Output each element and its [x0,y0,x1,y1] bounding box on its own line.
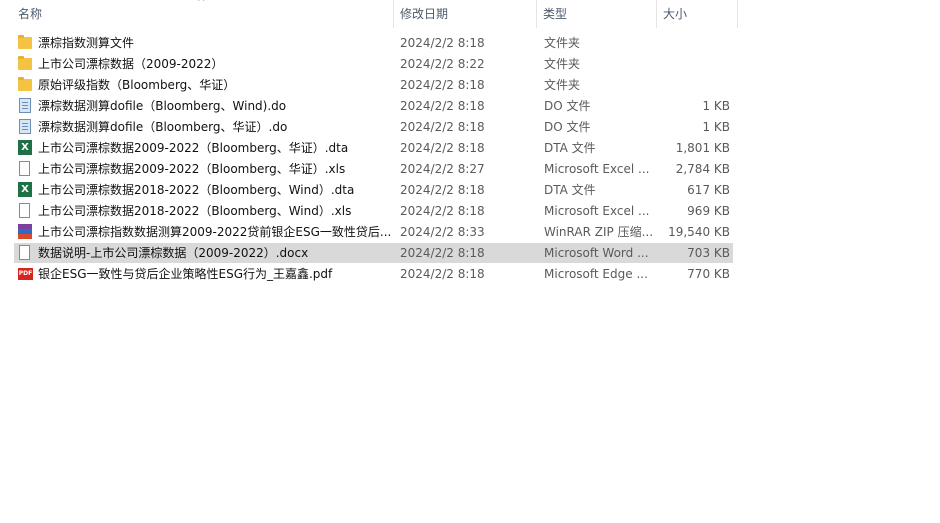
folder-icon [17,35,33,51]
excel-icon-glyph: X [18,140,32,155]
folder-icon-glyph [18,77,32,91]
column-header-size[interactable]: 大小 [657,0,738,28]
file-size: 969 KB [687,204,730,218]
file-row[interactable]: 原始评级指数（Bloomberg、华证） 2024/2/2 8:18 文件夹 [14,75,733,95]
file-row[interactable]: 上市公司漂棕数据2018-2022（Bloomberg、Wind）.xls 202… [14,201,733,221]
file-type: DO 文件 [544,99,591,113]
file-type: DO 文件 [544,120,591,134]
folder-icon-glyph [18,35,32,49]
file-date: 2024/2/2 8:18 [400,78,485,92]
file-size: 1 KB [702,120,730,134]
excel-icon: X [17,182,33,198]
file-type: 文件夹 [544,57,581,71]
pdf-icon-glyph: PDF [18,268,33,280]
file-date: 2024/2/2 8:18 [400,267,485,281]
file-date: 2024/2/2 8:18 [400,204,485,218]
file-size: 2,784 KB [675,162,730,176]
folder-icon [17,56,33,72]
file-name: 漂棕数据测算dofile（Bloomberg、华证）.do [38,120,288,134]
file-name: 上市公司漂棕数据2009-2022（Bloomberg、华证）.xls [38,162,346,176]
file-date: 2024/2/2 8:18 [400,246,485,260]
file-date: 2024/2/2 8:33 [400,225,485,239]
file-type: DTA 文件 [544,141,596,155]
file-row[interactable]: X 上市公司漂棕数据2018-2022（Bloomberg、Wind）.dta 20… [14,180,733,200]
file-date: 2024/2/2 8:18 [400,141,485,155]
file-row[interactable]: PDF 银企ESG一致性与贷后企业策略性ESG行为_王嘉鑫.pdf 2024/2/2… [14,264,733,284]
column-header-date[interactable]: 修改日期 [394,0,537,28]
file-size [654,75,730,95]
file-date: 2024/2/2 8:22 [400,57,485,71]
file-row[interactable]: 漂棕指数测算文件 2024/2/2 8:18 文件夹 [14,33,733,53]
file-row[interactable]: 漂棕数据测算dofile（Bloomberg、华证）.do 2024/2/2 8:… [14,117,733,137]
file-name: 上市公司漂棕数据2009-2022（Bloomberg、华证）.dta [38,141,349,155]
file-size: 1,801 KB [675,141,730,155]
column-header-type[interactable]: 类型 [537,0,657,28]
winrar-icon [17,224,33,240]
file-size: 617 KB [687,183,730,197]
file-type: 文件夹 [544,36,581,50]
file-name: 原始评级指数（Bloomberg、华证） [38,78,236,92]
file-name: 漂棕数据测算dofile（Bloomberg、Wind).do [38,99,287,113]
file-row[interactable]: 上市公司漂棕数据（2009-2022） 2024/2/2 8:22 文件夹 [14,54,733,74]
file-type: Microsoft Edge ... [544,267,648,281]
file-name: 上市公司漂棕数据2018-2022（Bloomberg、Wind）.dta [38,183,355,197]
file-row[interactable]: 上市公司漂棕指数数据测算2009-2022贷前银企ESG一致性贷后... 2024… [14,222,733,242]
file-type: Microsoft Excel ... [544,204,650,218]
file-date: 2024/2/2 8:27 [400,162,485,176]
excel-icon-glyph: X [18,182,32,197]
file-name: 上市公司漂棕指数数据测算2009-2022贷前银企ESG一致性贷后... [38,225,390,239]
pdf-icon: PDF [17,266,33,282]
file-name: 漂棕指数测算文件 [38,36,135,50]
file-name: 数据说明-上市公司漂棕数据（2009-2022）.docx [38,246,309,260]
file-size [654,33,730,53]
do-file-icon [17,98,33,114]
file-size: 19,540 KB [668,225,730,239]
file-type: 文件夹 [544,78,581,92]
do-file-icon-glyph [19,119,31,134]
column-header: 名称 ^ 修改日期 类型 大小 [0,0,738,28]
do-file-icon-glyph [19,98,31,113]
file-date: 2024/2/2 8:18 [400,36,485,50]
file-name: 银企ESG一致性与贷后企业策略性ESG行为_王嘉鑫.pdf [38,267,333,281]
file-row[interactable]: 数据说明-上市公司漂棕数据（2009-2022）.docx 2024/2/2 8:… [14,243,733,263]
file-name: 上市公司漂棕数据（2009-2022） [38,57,224,71]
document-icon-glyph [19,245,30,260]
document-icon-glyph [19,161,30,176]
file-explorer: 名称 ^ 修改日期 类型 大小 漂棕指数测算文件 2024/2/2 8:18 文件夹… [0,0,940,523]
file-row[interactable]: 漂棕数据测算dofile（Bloomberg、Wind).do 2024/2/2 … [14,96,733,116]
folder-icon-glyph [18,56,32,70]
sort-ascending-icon: ^ [197,0,206,8]
file-date: 2024/2/2 8:18 [400,99,485,113]
folder-icon [17,77,33,93]
file-name: 上市公司漂棕数据2018-2022（Bloomberg、Wind）.xls [38,204,352,218]
file-type: Microsoft Excel ... [544,162,650,176]
file-size: 703 KB [687,246,730,260]
winrar-icon-glyph [18,224,32,239]
file-type: WinRAR ZIP 压缩... [544,225,654,239]
file-row[interactable]: 上市公司漂棕数据2009-2022（Bloomberg、华证）.xls 2024/… [14,159,733,179]
document-icon [17,245,33,261]
document-icon [17,161,33,177]
file-size: 770 KB [687,267,730,281]
document-icon [17,203,33,219]
excel-icon: X [17,140,33,156]
file-size: 1 KB [702,99,730,113]
file-type: Microsoft Word ... [544,246,649,260]
file-type: DTA 文件 [544,183,596,197]
file-date: 2024/2/2 8:18 [400,183,485,197]
file-row[interactable]: X 上市公司漂棕数据2009-2022（Bloomberg、华证）.dta 2024… [14,138,733,158]
document-icon-glyph [19,203,30,218]
file-size [654,54,730,74]
do-file-icon [17,119,33,135]
file-date: 2024/2/2 8:18 [400,120,485,134]
